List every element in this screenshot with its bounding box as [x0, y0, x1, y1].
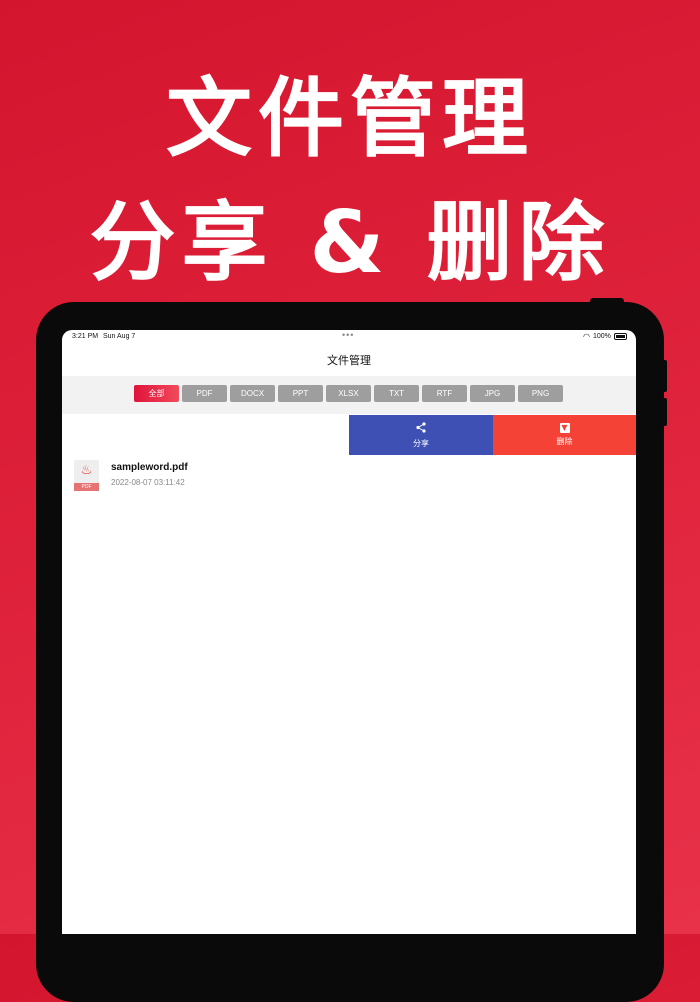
filter-chip-all[interactable]: 全部: [134, 385, 179, 402]
delete-button[interactable]: ▼ 删除: [493, 415, 636, 455]
trash-icon: ▼: [559, 423, 570, 433]
file-type-tag: PDF: [74, 483, 99, 491]
multitask-dots-icon[interactable]: •••: [342, 330, 354, 340]
filter-chip-ppt[interactable]: PPT: [278, 385, 323, 402]
file-date: 2022-08-07 03:11:42: [111, 478, 185, 487]
status-date: Sun Aug 7: [103, 333, 136, 340]
battery-icon: [614, 333, 627, 340]
status-bar: 3:21 PM Sun Aug 7 ••• ◠ 100%: [62, 330, 636, 344]
filter-chip-xlsx[interactable]: XLSX: [326, 385, 371, 402]
filter-chip-pdf[interactable]: PDF: [182, 385, 227, 402]
filter-bar: 全部 PDF DOCX PPT XLSX TXT RTF JPG PNG: [62, 376, 636, 414]
filter-chip-txt[interactable]: TXT: [374, 385, 419, 402]
volume-down-button: [662, 398, 667, 426]
promo-headline-1: 文件管理: [166, 69, 534, 169]
share-icon: [416, 421, 426, 436]
app-screen: 3:21 PM Sun Aug 7 ••• ◠ 100% 文件管理 全部 PDF…: [62, 330, 636, 934]
wifi-icon: ◠: [583, 332, 590, 341]
file-name: sampleword.pdf: [111, 462, 188, 473]
page-title: 文件管理: [327, 354, 371, 367]
volume-up-button: [662, 360, 667, 392]
promo-headline-2: 分享 & 删除: [89, 193, 611, 293]
share-button[interactable]: 分享: [349, 415, 493, 455]
file-list-item[interactable]: ♨ PDF sampleword.pdf 2022-08-07 03:11:42: [62, 458, 636, 496]
pdf-file-icon: ♨ PDF: [74, 460, 99, 491]
battery-percentage: 100%: [593, 333, 611, 340]
share-label: 分享: [413, 438, 429, 448]
delete-label: 删除: [556, 437, 573, 446]
filter-chip-jpg[interactable]: JPG: [470, 385, 515, 402]
acrobat-icon: ♨: [80, 463, 93, 478]
power-button: [590, 298, 624, 304]
filter-chip-rtf[interactable]: RTF: [422, 385, 467, 402]
filter-chip-docx[interactable]: DOCX: [230, 385, 275, 402]
status-time: 3:21 PM: [72, 333, 99, 340]
filter-chip-png[interactable]: PNG: [518, 385, 563, 402]
